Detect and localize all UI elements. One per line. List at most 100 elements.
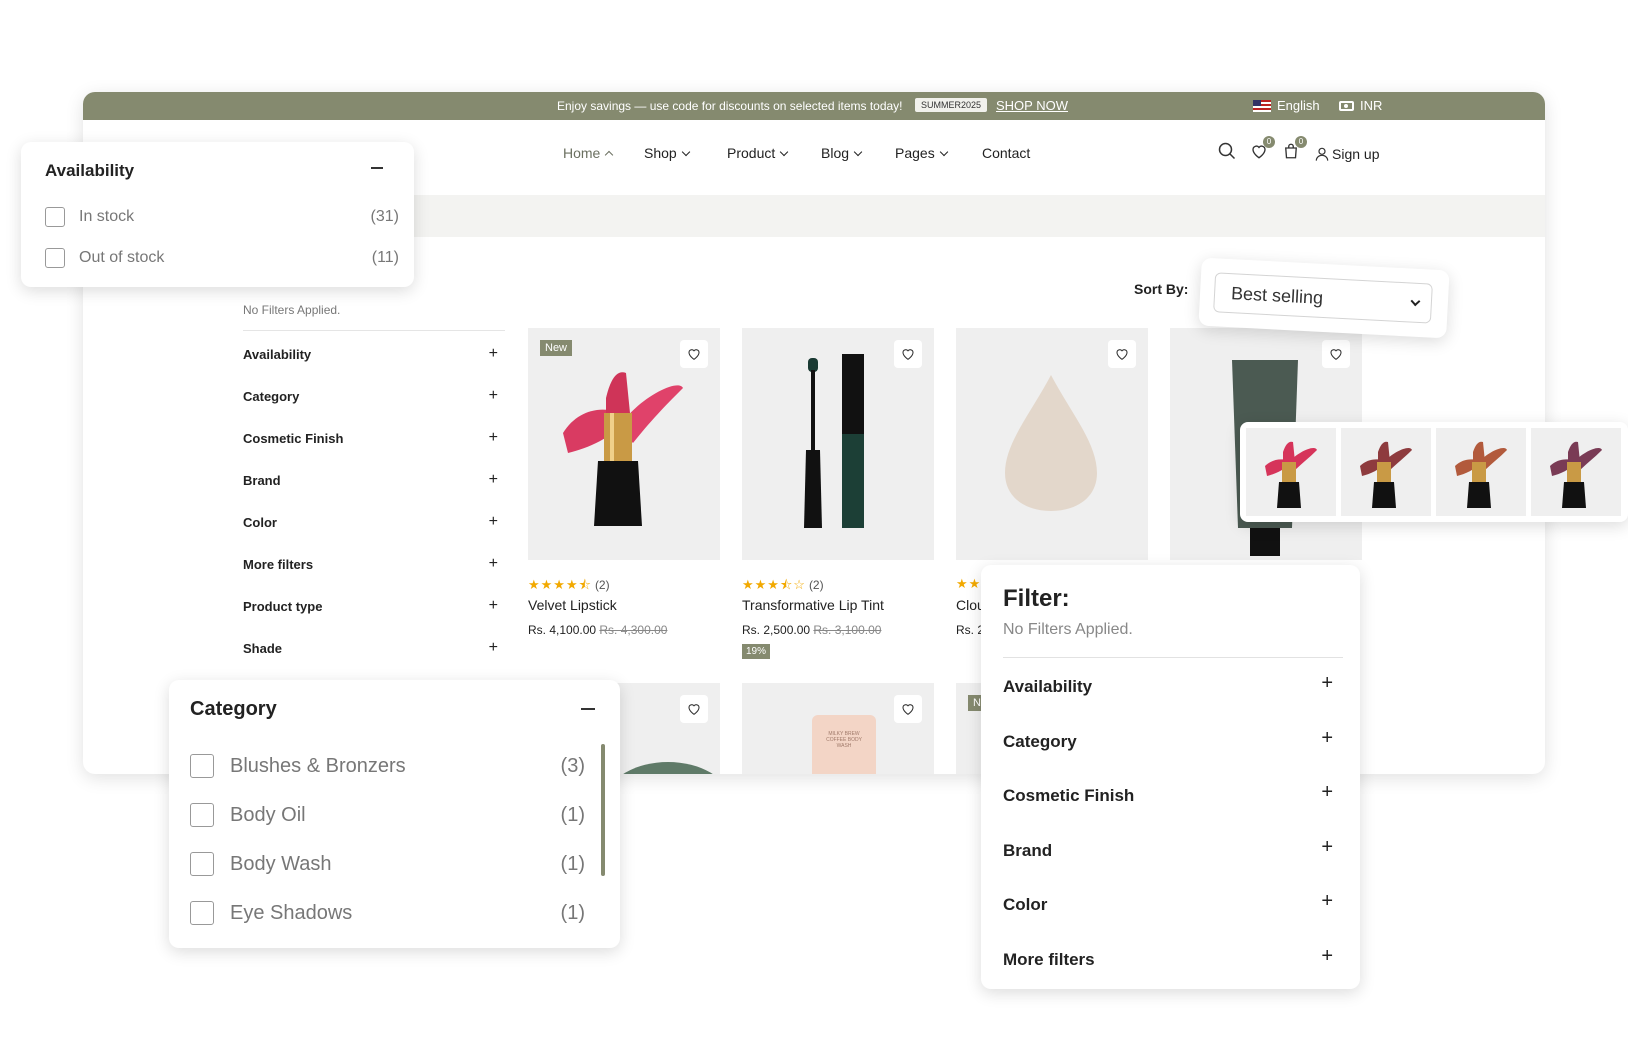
nav-home[interactable]: Home	[563, 145, 614, 161]
shade-swatch[interactable]	[1531, 428, 1621, 516]
category-option[interactable]: Body Wash (1)	[190, 852, 585, 876]
wishlist-count-badge: 0	[1263, 136, 1275, 148]
nav-blog[interactable]: Blog	[821, 145, 863, 161]
filter-group-label: Cosmetic Finish	[1003, 786, 1135, 805]
shade-swatch[interactable]	[1246, 428, 1336, 516]
nav-contact-label: Contact	[982, 145, 1031, 161]
product-card-velvet-lipstick[interactable]: New	[528, 328, 720, 560]
sort-select[interactable]: Best selling	[1213, 272, 1433, 324]
category-option[interactable]: Eye Shadows (1)	[190, 901, 585, 925]
filter-group-cosmetic-finish[interactable]: Cosmetic Finish +	[1003, 781, 1333, 806]
plus-icon: +	[1321, 945, 1333, 967]
shade-swatch-panel	[1240, 422, 1628, 522]
chevron-down-icon	[681, 147, 690, 156]
product-name[interactable]: Velvet Lipstick	[528, 597, 617, 613]
user-icon	[1315, 147, 1329, 161]
sidebar-item-label: Product type	[243, 599, 323, 614]
cash-icon	[1339, 100, 1354, 111]
availability-option-out-of-stock[interactable]: Out of stock (11)	[45, 247, 399, 269]
sidebar-item-brand[interactable]: Brand +	[243, 472, 498, 489]
product-name[interactable]: Transformative Lip Tint	[742, 597, 884, 613]
checkbox[interactable]	[190, 803, 214, 827]
scrollbar-thumb[interactable]	[601, 744, 605, 876]
nav-contact[interactable]: Contact	[982, 145, 1030, 161]
stars-glyphs: ★★★⯪☆	[742, 577, 806, 592]
checkbox[interactable]	[190, 852, 214, 876]
plus-icon: +	[488, 555, 498, 572]
product-card-cloud-sponge[interactable]	[956, 328, 1148, 560]
category-option[interactable]: Blushes & Bronzers (3)	[190, 754, 585, 778]
sort-dropdown-card: Best selling	[1198, 257, 1450, 339]
sidebar-item-product-type[interactable]: Product type +	[243, 598, 498, 615]
search-icon[interactable]	[1218, 142, 1236, 165]
sidebar-item-shade[interactable]: Shade +	[243, 640, 498, 657]
wishlist-heart-button[interactable]	[680, 695, 708, 723]
product-image	[623, 762, 713, 774]
stars-glyphs: ★★★★⯪	[528, 577, 592, 592]
filter-group-availability[interactable]: Availability +	[1003, 673, 1333, 697]
sidebar-item-label: Availability	[243, 347, 312, 362]
availability-panel-title: Availability	[45, 161, 135, 180]
filter-group-category[interactable]: Category +	[1003, 728, 1333, 752]
collapse-icon[interactable]	[581, 708, 595, 710]
filter-group-brand[interactable]: Brand +	[1003, 837, 1333, 861]
wishlist-button[interactable]: 0	[1250, 136, 1275, 165]
shop-now-link[interactable]: SHOP NOW	[996, 98, 1068, 113]
nav-product[interactable]: Product	[727, 145, 789, 161]
rating-stars: ★★★⯪☆ (2)	[742, 576, 824, 598]
sidebar-item-category[interactable]: Category +	[243, 388, 498, 405]
availability-option-in-stock[interactable]: In stock (31)	[45, 206, 399, 228]
option-count: (1)	[560, 901, 585, 924]
sidebar-item-more-filters[interactable]: More filters +	[243, 555, 498, 573]
header-icons: 0 0 Sign up	[1218, 136, 1379, 165]
option-count: (3)	[560, 754, 585, 777]
us-flag-icon	[1253, 99, 1271, 112]
wishlist-heart-button[interactable]	[894, 695, 922, 723]
availability-filter-panel: Availability In stock (31) Out of stock …	[21, 142, 414, 287]
sidebar-item-color[interactable]: Color +	[243, 513, 498, 531]
price-current: Rs. 2,500.00	[742, 623, 811, 637]
lipstick-swatch-icon	[1455, 441, 1507, 508]
wishlist-heart-button[interactable]	[680, 340, 708, 368]
sidebar-item-availability[interactable]: Availability +	[243, 346, 498, 363]
currency-selector[interactable]: INR	[1339, 98, 1382, 113]
plus-icon: +	[488, 513, 498, 530]
language-selector[interactable]: English	[1253, 98, 1320, 113]
checkbox[interactable]	[190, 901, 214, 925]
cart-button[interactable]: 0	[1282, 136, 1307, 165]
rating-stars: ★★★★⯪ (2)	[528, 576, 610, 598]
product-card-lip-tint[interactable]	[742, 328, 934, 560]
price-compare: Rs. 4,300.00	[599, 623, 668, 637]
plus-icon: +	[1321, 781, 1333, 803]
nav-pages[interactable]: Pages	[895, 145, 948, 161]
filter-group-more-filters[interactable]: More filters +	[1003, 945, 1333, 970]
nav-home-label: Home	[563, 145, 601, 161]
signup-link[interactable]: Sign up	[1314, 146, 1379, 162]
option-label: In stock	[79, 208, 135, 225]
promo-text: Enjoy savings — use code for discounts o…	[557, 99, 903, 113]
nav-shop[interactable]: Shop	[644, 145, 690, 161]
checkbox[interactable]	[45, 248, 65, 268]
shade-swatch[interactable]	[1436, 428, 1526, 516]
heart-icon	[688, 704, 700, 715]
wishlist-heart-button[interactable]	[1108, 340, 1136, 368]
option-label: Eye Shadows	[230, 901, 353, 924]
checkbox[interactable]	[45, 207, 65, 227]
option-count: (31)	[370, 208, 399, 225]
option-label: Out of stock	[79, 249, 165, 266]
checkbox[interactable]	[190, 754, 214, 778]
shade-swatch[interactable]	[1341, 428, 1431, 516]
heart-icon	[902, 704, 914, 715]
nav-product-label: Product	[727, 145, 776, 161]
wishlist-heart-button[interactable]	[1322, 340, 1350, 368]
collapse-icon[interactable]	[371, 167, 383, 169]
filter-group-color[interactable]: Color +	[1003, 891, 1333, 915]
filter-group-label: Brand	[1003, 841, 1053, 860]
lipstick-swatch-icon	[1550, 441, 1602, 508]
product-card-row2-2[interactable]: MILKY BREW COFFEE BODY WASH	[742, 683, 934, 774]
nav-pages-label: Pages	[895, 145, 935, 161]
cart-count-badge: 0	[1295, 136, 1307, 148]
sidebar-item-cosmetic-finish[interactable]: Cosmetic Finish +	[243, 430, 498, 447]
category-option[interactable]: Body Oil (1)	[190, 803, 585, 827]
wishlist-heart-button[interactable]	[894, 340, 922, 368]
